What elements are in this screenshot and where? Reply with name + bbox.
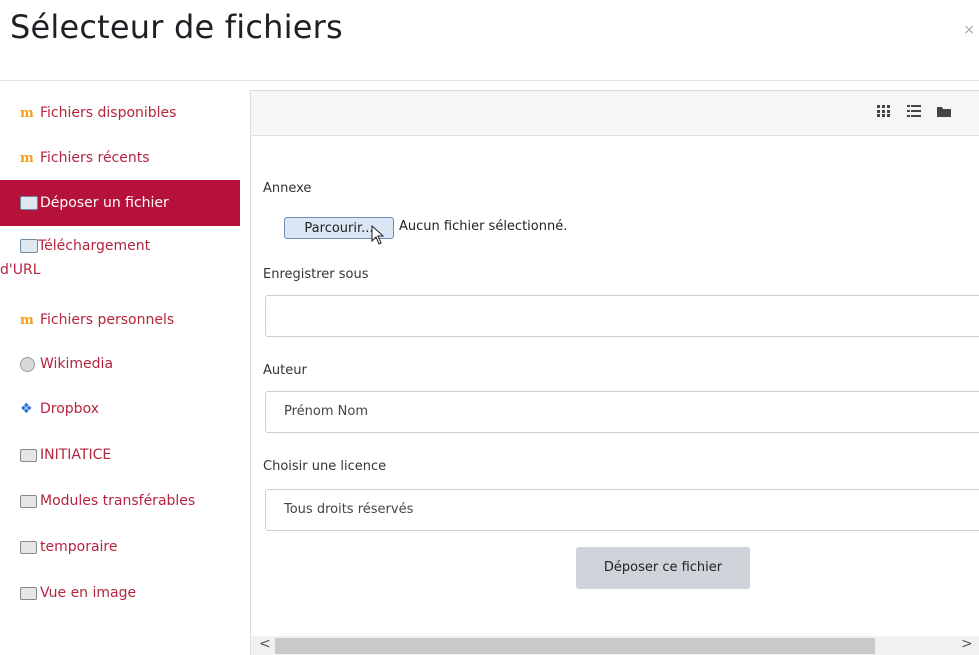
scroll-left-icon[interactable]: < <box>259 636 271 652</box>
sidebar-item-label: Vue en image <box>40 585 137 601</box>
url-download-icon <box>20 234 38 258</box>
upload-file-button[interactable]: Déposer ce fichier <box>576 547 750 589</box>
license-select[interactable]: Tous droits réservés <box>265 489 979 531</box>
repository-sidebar: m Fichiers disponibles m Fichiers récent… <box>0 90 240 616</box>
wikimedia-icon <box>20 356 38 372</box>
folder-icon <box>20 539 38 555</box>
folder-icon <box>20 585 38 601</box>
folder-icon <box>20 447 38 463</box>
file-picker-dialog: Sélecteur de fichiers × m Fichiers dispo… <box>0 0 979 655</box>
folder-icon <box>20 493 38 509</box>
attachment-label: Annexe <box>263 181 312 196</box>
sidebar-item-initiatice[interactable]: INITIATICE <box>0 432 240 478</box>
sidebar-item-label-line1: Téléchargement <box>38 238 151 254</box>
sidebar-item-modules-transferables[interactable]: Modules transférables <box>0 478 240 524</box>
sidebar-item-label: INITIATICE <box>40 447 112 463</box>
list-view-icon[interactable] <box>907 105 923 119</box>
no-file-text: Aucun fichier sélectionné. <box>399 219 568 234</box>
mouse-pointer-icon <box>371 224 385 249</box>
sidebar-item-telechargement-url[interactable]: Téléchargement d'URL <box>0 226 240 298</box>
sidebar-item-label: Dropbox <box>40 401 99 417</box>
dialog-header: Sélecteur de fichiers × <box>0 0 979 81</box>
sidebar-item-label: Fichiers récents <box>40 150 150 166</box>
upload-panel: Annexe Parcourir... Aucun fichier sélect… <box>250 90 979 655</box>
sidebar-item-temporaire[interactable]: temporaire <box>0 524 240 570</box>
horizontal-scrollbar[interactable]: < > <box>251 636 979 655</box>
sidebar-item-label: Wikimedia <box>40 356 114 372</box>
author-input[interactable]: Prénom Nom <box>265 391 979 433</box>
license-label: Choisir une licence <box>263 459 387 474</box>
save-as-label: Enregistrer sous <box>263 267 369 282</box>
close-icon[interactable]: × <box>963 22 975 38</box>
scrollbar-thumb[interactable] <box>275 638 875 654</box>
save-as-input[interactable] <box>265 295 979 337</box>
sidebar-item-label: Modules transférables <box>40 493 196 509</box>
folder-view-icon[interactable] <box>937 105 953 119</box>
moodle-icon: m <box>20 312 34 328</box>
sidebar-item-fichiers-disponibles[interactable]: m Fichiers disponibles <box>0 90 240 136</box>
sidebar-item-label: Déposer un fichier <box>40 195 169 211</box>
moodle-icon: m <box>20 150 34 166</box>
sidebar-item-label: Fichiers disponibles <box>40 105 177 121</box>
sidebar-item-dropbox[interactable]: ❖ Dropbox <box>0 386 240 432</box>
sidebar-item-wikimedia[interactable]: Wikimedia <box>0 342 240 386</box>
moodle-icon: m <box>20 105 34 121</box>
dialog-title: Sélecteur de fichiers <box>10 8 343 46</box>
sidebar-item-label-line2: d'URL <box>0 262 41 278</box>
view-toolbar <box>251 91 979 136</box>
grid-view-icon[interactable] <box>877 105 893 119</box>
sidebar-item-fichiers-recents[interactable]: m Fichiers récents <box>0 136 240 180</box>
sidebar-item-deposer-un-fichier[interactable]: Déposer un fichier <box>0 180 240 226</box>
sidebar-item-vue-en-image[interactable]: Vue en image <box>0 570 240 616</box>
sidebar-item-label: temporaire <box>40 539 118 555</box>
sidebar-item-fichiers-personnels[interactable]: m Fichiers personnels <box>0 298 240 342</box>
dropbox-icon: ❖ <box>20 401 33 417</box>
scroll-right-icon[interactable]: > <box>961 636 973 652</box>
sidebar-item-label: Fichiers personnels <box>40 312 175 328</box>
upload-icon <box>20 195 38 211</box>
author-label: Auteur <box>263 363 307 378</box>
